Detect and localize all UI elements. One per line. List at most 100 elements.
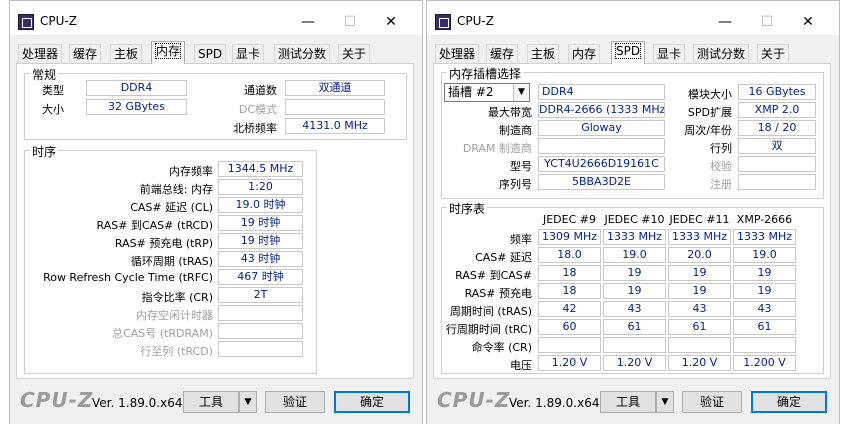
timing-row-label: CAS# 延迟 (CL) xyxy=(130,201,213,214)
timing-table-cell: 1.200 V xyxy=(733,355,796,371)
timing-row-label: RAS# 到CAS# (tRCD) xyxy=(96,219,213,232)
timing-row-value: 1344.5 MHz xyxy=(218,161,303,177)
version-label: Ver. 1.89.0.x64 xyxy=(92,396,183,410)
tab-processor[interactable]: 处理器 xyxy=(435,44,480,64)
timing-table-cell: 1.20 V xyxy=(603,355,666,371)
nb-freq-value: 4131.0 MHz xyxy=(285,118,385,134)
minimize-icon[interactable]: — xyxy=(293,11,323,33)
timing-row-value: 19 时钟 xyxy=(218,233,303,249)
tab-about[interactable]: 关于 xyxy=(338,44,371,64)
timing-row-value: 467 时钟 xyxy=(218,269,303,285)
tools-button[interactable]: 工具 xyxy=(600,391,656,413)
timing-row-label: RAS# 预充电 (tRP) xyxy=(114,237,213,250)
timing-table-cell: 60 xyxy=(538,319,601,335)
general-group: 常规 类型 DDR4 大小 32 GBytes 通道数 双通道 DC模式 北桥频… xyxy=(24,66,407,140)
tools-button[interactable]: 工具 xyxy=(183,391,239,413)
timing-table-cell xyxy=(538,337,601,353)
timing-table-cell: 19 xyxy=(733,265,796,281)
max-bandwidth-value: DDR4-2666 (1333 MHz) xyxy=(538,102,665,118)
memory-panel: 常规 类型 DDR4 大小 32 GBytes 通道数 双通道 DC模式 北桥频… xyxy=(16,63,414,379)
timing-row-value xyxy=(218,323,303,339)
timing-table-cell: 43 xyxy=(603,301,666,317)
checksum-value xyxy=(738,156,816,172)
dram-maker-value xyxy=(538,138,665,154)
timing-table-cell: 1309 MHz xyxy=(538,229,601,245)
client-area: 处理器 缓存 主板 内存 SPD 显卡 测试分数 关于 内存插槽选择 插槽 #2… xyxy=(427,35,839,424)
spd-ext-value: XMP 2.0 xyxy=(738,102,816,118)
tab-mainboard[interactable]: 主板 xyxy=(110,44,143,64)
tab-mainboard[interactable]: 主板 xyxy=(527,44,560,64)
timing-row-label: Row Refresh Cycle Time (tRFC) xyxy=(43,271,213,284)
timing-group: 时序 内存频率 1344.5 MHz 前端总线: 内存 1:20 CAS# 延迟 (CL… xyxy=(24,143,317,374)
part-number-label: 型号 xyxy=(510,160,532,173)
timing-table-cell: 1333 MHz xyxy=(733,229,796,245)
tools-dropdown-icon[interactable]: ▼ xyxy=(656,391,674,413)
tab-processor[interactable]: 处理器 xyxy=(18,44,63,64)
ok-button[interactable]: 确定 xyxy=(334,391,410,413)
validate-button[interactable]: 验证 xyxy=(682,391,742,413)
size-value: 32 GBytes xyxy=(86,99,187,115)
spd-ext-label: SPD扩展 xyxy=(687,106,732,119)
window-title: CPU-Z xyxy=(40,14,77,28)
timing-table-cell: 19 xyxy=(733,283,796,299)
registered-value xyxy=(738,174,816,190)
timing-table-cell: 19 xyxy=(668,265,731,281)
timing-table-cell: 61 xyxy=(668,319,731,335)
version-label: Ver. 1.89.0.x64 xyxy=(509,396,600,410)
validate-button[interactable]: 验证 xyxy=(265,391,325,413)
close-icon[interactable]: ✕ xyxy=(376,11,406,33)
timing-table-cell: 19 xyxy=(668,283,731,299)
tab-about[interactable]: 关于 xyxy=(757,44,790,64)
timing-table-cell: 19 xyxy=(603,283,666,299)
timing-table-cell: 42 xyxy=(538,301,601,317)
footer: CPU-Z Ver. 1.89.0.x64 工具 ▼ 验证 确定 xyxy=(10,384,422,424)
tools-dropdown-icon[interactable]: ▼ xyxy=(239,391,257,413)
dc-mode-label: DC模式 xyxy=(238,103,277,116)
timing-table-row-label: 命令率 (CR) xyxy=(471,341,532,354)
ok-button[interactable]: 确定 xyxy=(751,391,827,413)
timing-table-group: 时序表 JEDEC #9 JEDEC #10 JEDEC #11 XMP-2666 频率… xyxy=(441,200,824,374)
tab-bench[interactable]: 测试分数 xyxy=(274,44,331,64)
module-size-label: 模块大小 xyxy=(688,88,732,101)
cpuz-app-icon xyxy=(435,14,451,30)
tab-spd[interactable]: SPD xyxy=(194,44,227,64)
tab-spd[interactable]: SPD xyxy=(611,41,646,64)
module-size-value: 16 GBytes xyxy=(738,84,816,100)
timing-table-cell: 61 xyxy=(733,319,796,335)
timing-row-label: 行至列 (tRCD) xyxy=(140,345,213,358)
slot-select[interactable]: 插槽 #2 ▼ xyxy=(444,83,530,102)
timing-table-cell xyxy=(603,337,666,353)
tab-cache[interactable]: 缓存 xyxy=(69,44,102,64)
type-label: 类型 xyxy=(42,84,64,97)
timing-table-row-label: 行周期时间 (tRC) xyxy=(445,323,532,336)
timing-row-label: 前端总线: 内存 xyxy=(139,183,213,196)
timing-row-label: 总CAS号 (tRDRAM) xyxy=(112,327,213,340)
timing-column-header: JEDEC #9 xyxy=(542,213,596,226)
maximize-icon: ☐ xyxy=(343,14,357,30)
title-bar[interactable]: CPU-Z — ☐ ✕ xyxy=(427,1,839,33)
timing-table-cell: 1.20 V xyxy=(668,355,731,371)
close-icon[interactable]: ✕ xyxy=(793,11,823,33)
footer: CPU-Z Ver. 1.89.0.x64 工具 ▼ 验证 确定 xyxy=(427,384,839,424)
cpuz-window-memory: CPU-Z — ☐ ✕ 处理器 缓存 主板 内存 SPD 显卡 测试分数 关于 … xyxy=(9,0,423,424)
tab-cache[interactable]: 缓存 xyxy=(486,44,519,64)
serial-number-value: 5BBA3D2E xyxy=(538,174,665,190)
tab-memory[interactable]: 内存 xyxy=(568,44,601,64)
timing-row-label: 内存频率 xyxy=(169,165,213,178)
tab-graphics[interactable]: 显卡 xyxy=(232,44,265,64)
timing-row-label: 内存空闲计时器 xyxy=(136,309,213,322)
slot-group: 内存插槽选择 插槽 #2 ▼ DDR4 最大带宽 DDR4-2666 (1333… xyxy=(441,65,824,199)
timing-row-label: 循环周期 (tRAS) xyxy=(130,255,213,268)
minimize-icon[interactable]: — xyxy=(710,11,740,33)
window-title: CPU-Z xyxy=(457,14,494,28)
title-bar[interactable]: CPU-Z — ☐ ✕ xyxy=(10,1,422,33)
cpuz-window-spd: CPU-Z — ☐ ✕ 处理器 缓存 主板 内存 SPD 显卡 测试分数 关于 … xyxy=(426,0,840,424)
tab-memory[interactable]: 内存 xyxy=(151,41,186,64)
timing-group-title: 时序 xyxy=(30,143,59,160)
serial-number-label: 序列号 xyxy=(499,178,532,191)
cpuz-app-icon xyxy=(18,14,34,30)
tab-bench[interactable]: 测试分数 xyxy=(693,44,750,64)
module-type-value: DDR4 xyxy=(538,84,665,100)
tab-graphics[interactable]: 显卡 xyxy=(653,44,686,64)
cpuz-logo: CPU-Z xyxy=(20,388,94,412)
